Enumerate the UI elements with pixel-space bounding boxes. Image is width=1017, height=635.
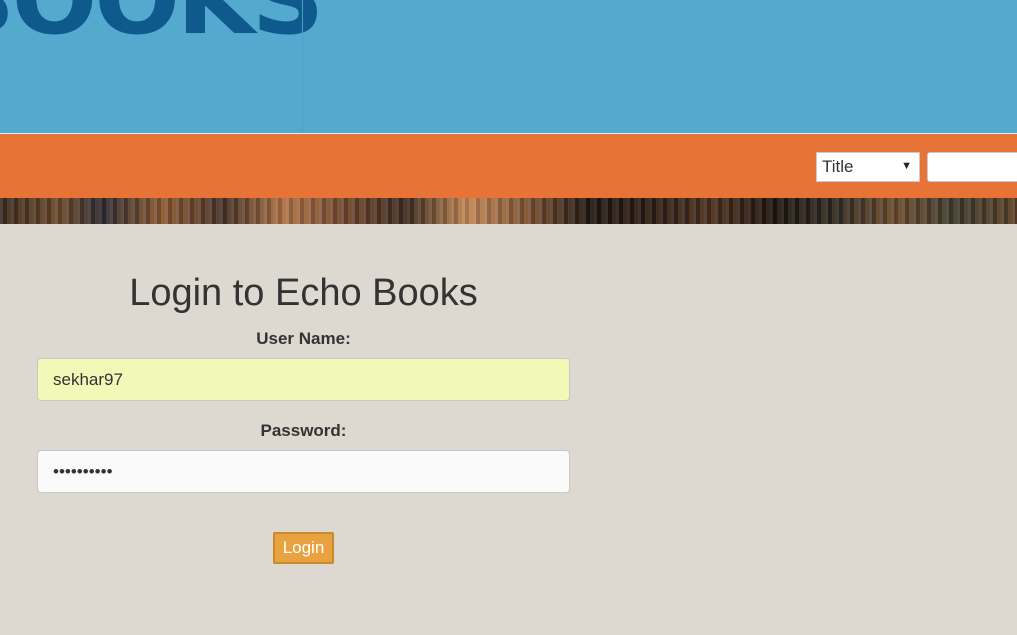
- search-input[interactable]: [927, 152, 1017, 182]
- login-button[interactable]: Login: [273, 532, 334, 564]
- site-logo[interactable]: BOOKS: [0, 0, 324, 48]
- nav-bar: Title ▼: [0, 134, 1017, 198]
- username-label: User Name:: [256, 329, 351, 348]
- site-header: BOOKS: [0, 0, 1017, 134]
- books-banner-image: [0, 198, 1017, 224]
- chevron-down-icon: ▼: [901, 160, 912, 172]
- username-field[interactable]: [37, 358, 570, 401]
- search-field-selected-option: Title: [822, 157, 854, 176]
- password-field[interactable]: [37, 450, 570, 493]
- header-divider: [302, 0, 303, 133]
- password-label: Password:: [260, 421, 347, 440]
- search-field-select[interactable]: Title ▼: [816, 152, 920, 182]
- login-section: Login to Echo Books User Name: Password:…: [0, 224, 1017, 635]
- page-title: Login to Echo Books: [129, 272, 478, 314]
